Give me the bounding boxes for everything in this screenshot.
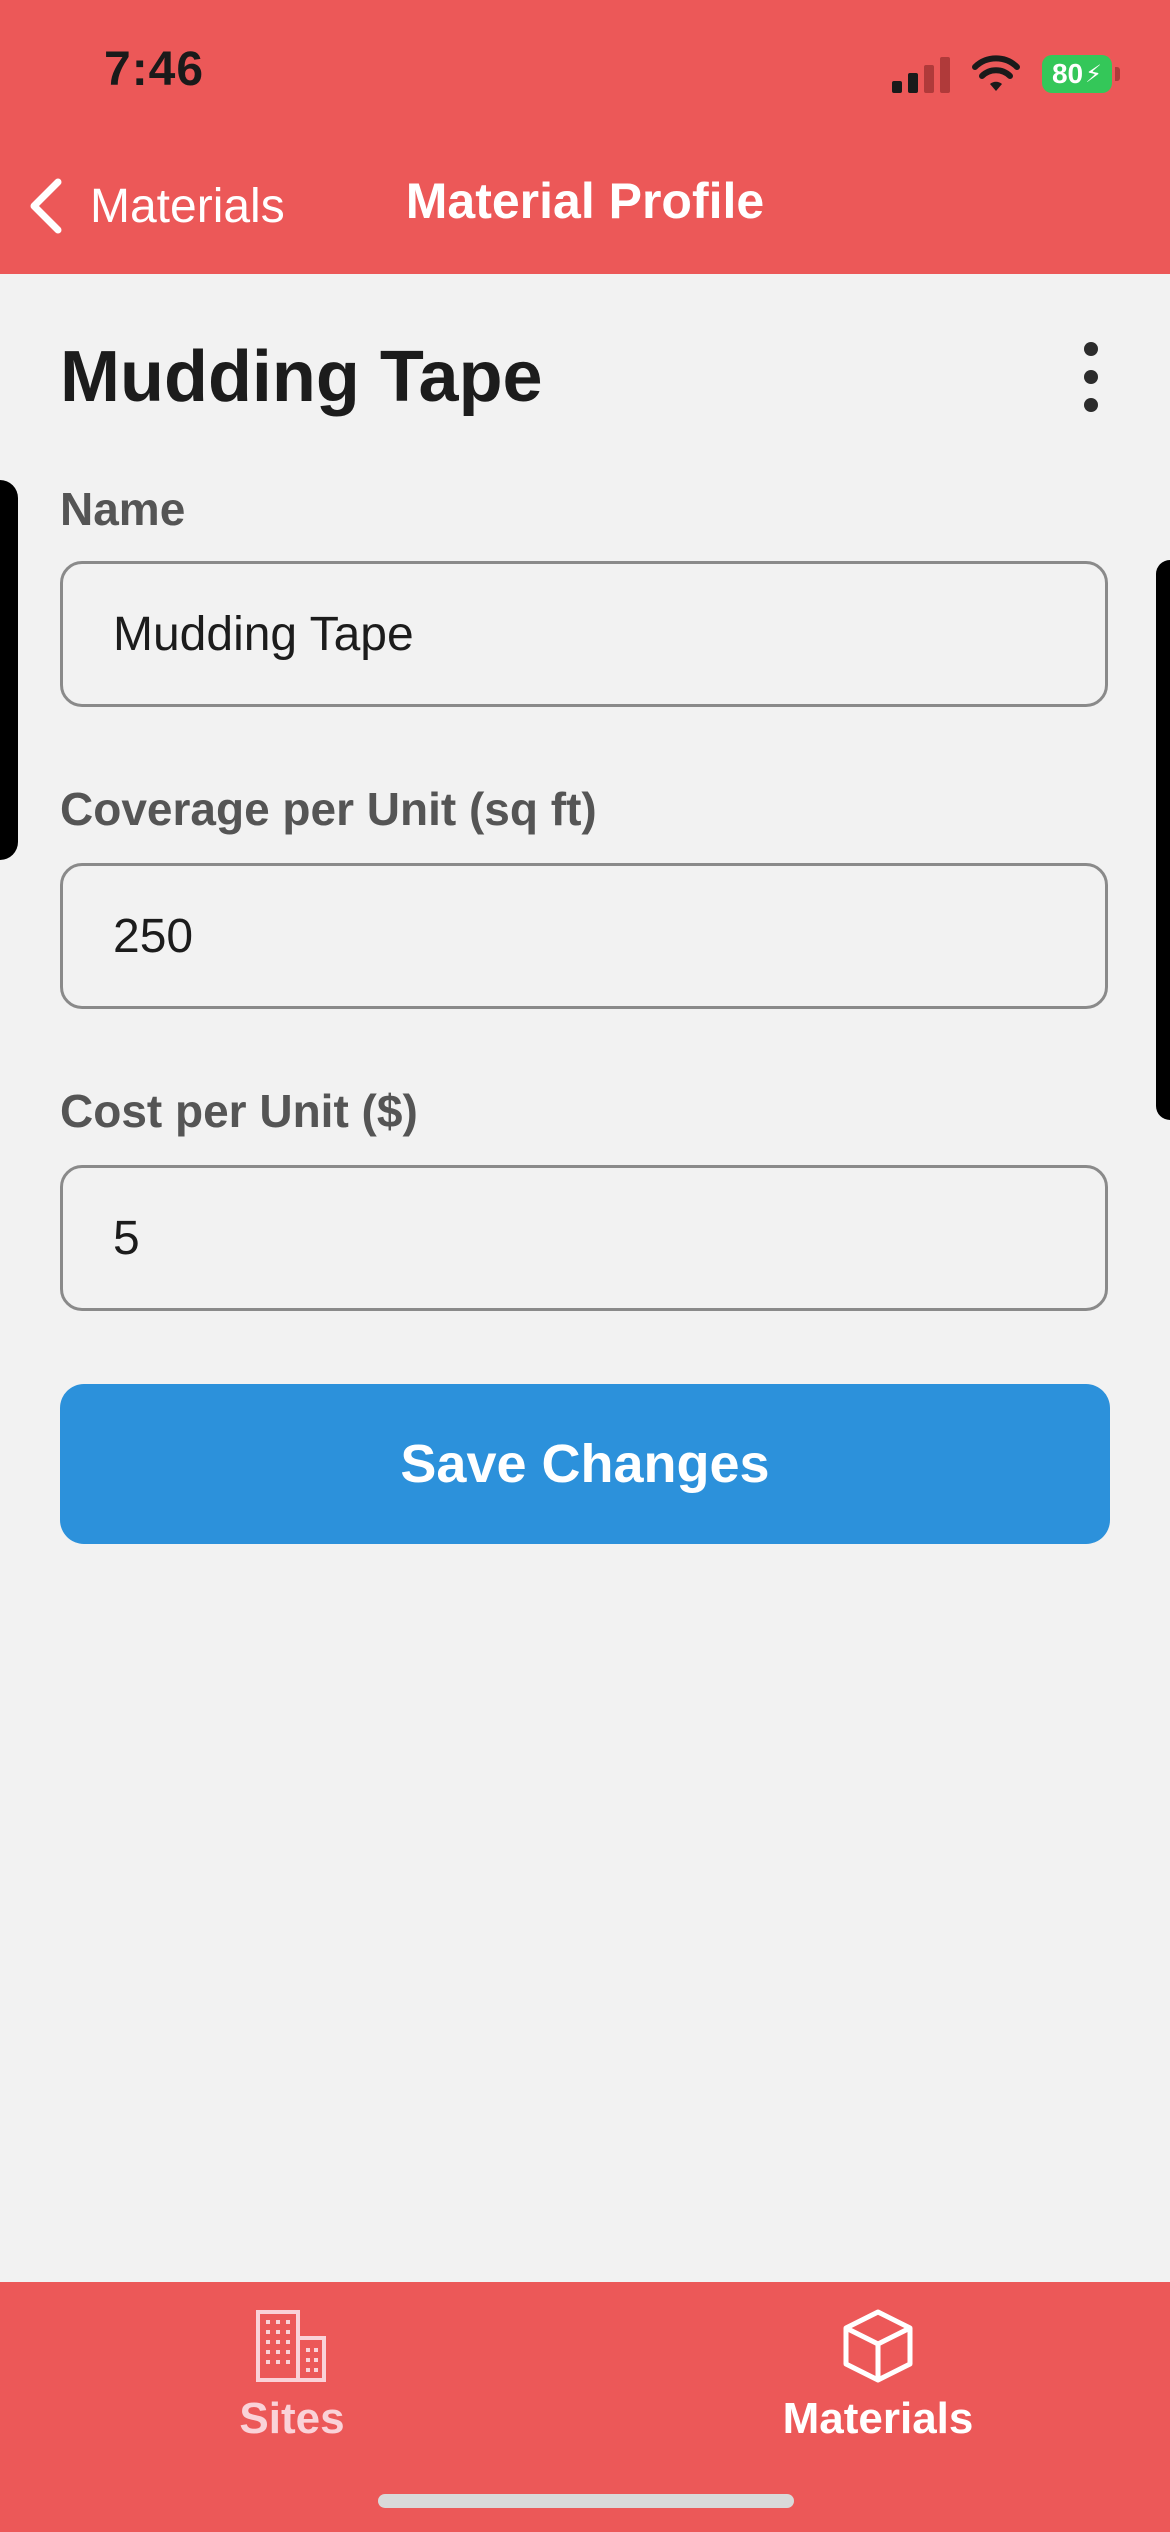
left-edge-shadow (0, 480, 18, 860)
battery-charging-icon: 80 ⚡ (1042, 55, 1120, 93)
header: 7:46 80 ⚡ Materials Material Profile (0, 0, 1170, 274)
tab-materials[interactable]: Materials (728, 2308, 1028, 2444)
building-icon (256, 2310, 326, 2382)
coverage-label: Coverage per Unit (sq ft) (60, 783, 597, 835)
save-changes-button[interactable]: Save Changes (60, 1384, 1110, 1544)
name-field[interactable] (60, 561, 1108, 707)
coverage-field[interactable] (60, 863, 1108, 1009)
cost-label: Cost per Unit ($) (60, 1085, 418, 1137)
name-label: Name (60, 483, 186, 535)
cellular-signal-icon (892, 55, 950, 93)
tab-sites-label: Sites (239, 2394, 345, 2443)
more-vertical-icon[interactable] (1066, 342, 1116, 412)
cube-icon (843, 2309, 913, 2383)
tab-sites[interactable]: Sites (142, 2308, 442, 2444)
right-edge-shadow (1156, 560, 1170, 1120)
nav-title: Material Profile (405, 173, 765, 229)
cost-field[interactable] (60, 1165, 1108, 1311)
wifi-icon (972, 55, 1020, 91)
status-icons: 80 ⚡ (892, 50, 1120, 98)
tab-materials-label: Materials (782, 2394, 974, 2443)
material-profile-screen: 7:46 80 ⚡ Materials Material Profile Mud… (0, 0, 1170, 2532)
home-indicator[interactable] (378, 2494, 794, 2508)
tab-bar: Sites Materials (0, 2282, 1170, 2532)
page-title: Mudding Tape (60, 337, 543, 417)
battery-level: 80 (1051, 58, 1084, 89)
status-time: 7:46 (104, 43, 205, 96)
